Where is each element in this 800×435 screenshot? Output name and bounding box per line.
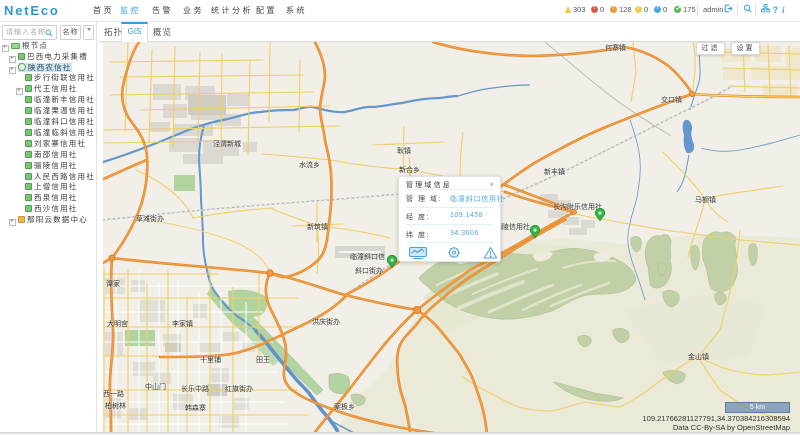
svg-text:十里铺: 十里铺 bbox=[200, 355, 221, 364]
svg-text:草滩街办: 草滩街办 bbox=[136, 214, 164, 223]
svg-text:耿镇: 耿镇 bbox=[397, 146, 411, 155]
svg-text:长沟附乐信用社: 长沟附乐信用社 bbox=[553, 202, 602, 211]
svg-text:新筑镇: 新筑镇 bbox=[307, 222, 328, 231]
svg-text:案板乡: 案板乡 bbox=[334, 402, 355, 411]
svg-text:马额镇: 马额镇 bbox=[695, 195, 716, 204]
svg-text:西一路: 西一路 bbox=[103, 389, 124, 398]
svg-text:斜口街办: 斜口街办 bbox=[355, 266, 383, 275]
svg-text:水流乡: 水流乡 bbox=[299, 160, 320, 169]
svg-text:长乐中路: 长乐中路 bbox=[181, 384, 209, 393]
svg-text:红旗街办: 红旗街办 bbox=[225, 384, 253, 393]
svg-text:新丰镇: 新丰镇 bbox=[544, 167, 565, 176]
svg-text:金山镇: 金山镇 bbox=[688, 352, 709, 361]
svg-text:中山门: 中山门 bbox=[145, 382, 166, 391]
svg-text:何寨镇: 何寨镇 bbox=[605, 43, 626, 52]
svg-text:韩森寨: 韩森寨 bbox=[185, 403, 206, 412]
svg-text:谭家: 谭家 bbox=[106, 279, 120, 288]
svg-text:大明宫: 大明宫 bbox=[107, 319, 128, 328]
svg-text:新合乡: 新合乡 bbox=[399, 165, 420, 174]
svg-text:交口镇: 交口镇 bbox=[661, 95, 682, 104]
svg-text:柏树林: 柏树林 bbox=[105, 401, 126, 410]
svg-text:李家镇: 李家镇 bbox=[172, 319, 193, 328]
svg-text:泾渭新城: 泾渭新城 bbox=[213, 139, 241, 148]
svg-text:临潼斜口信: 临潼斜口信 bbox=[350, 252, 385, 261]
svg-text:洪庆街办: 洪庆街办 bbox=[312, 317, 340, 326]
svg-text:田王: 田王 bbox=[256, 356, 270, 364]
